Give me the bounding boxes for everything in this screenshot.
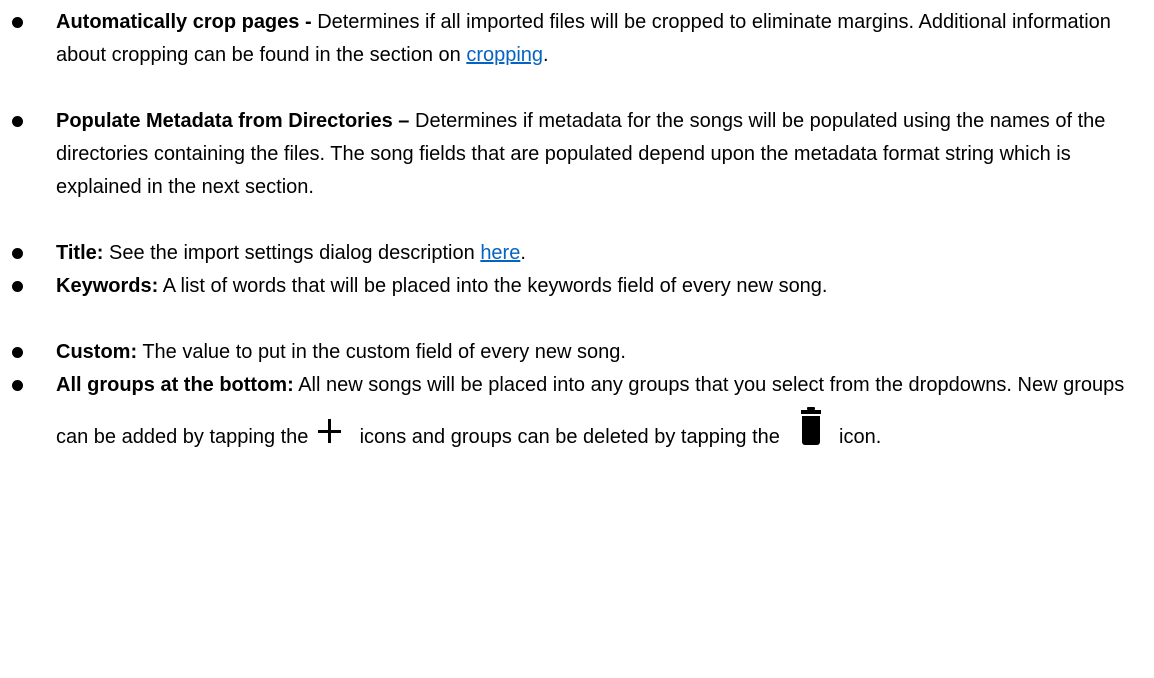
description-continued: icons and groups can be deleted by tappi… (359, 426, 780, 448)
list-item-text: Populate Metadata from Directories – Det… (56, 105, 1126, 204)
bullet-dot (12, 248, 23, 259)
bullet-dot (12, 281, 23, 292)
term-label: Custom: (56, 341, 138, 363)
cropping-link[interactable]: cropping (466, 44, 543, 66)
here-link[interactable]: here (480, 242, 520, 264)
term-label: All groups at the bottom: (56, 374, 294, 396)
punctuation: . (543, 44, 549, 66)
bullet-dot (12, 347, 23, 358)
list-item-text: Title: See the import settings dialog de… (56, 237, 1126, 270)
list-item-text: Automatically crop pages - Determines if… (56, 6, 1126, 72)
description-end: icon. (839, 426, 882, 448)
bullet-dot (12, 17, 23, 28)
plus-icon (318, 419, 341, 445)
description: The value to put in the custom field of … (142, 341, 626, 363)
document-page: Automatically crop pages - Determines if… (0, 0, 1154, 678)
term-label: Automatically crop pages - (56, 11, 312, 33)
list-item-text: All groups at the bottom: All new songs … (56, 363, 1126, 459)
term-label: Keywords: (56, 275, 159, 297)
trash-icon (801, 407, 822, 445)
term-label: Title: (56, 242, 104, 264)
description: A list of words that will be placed into… (162, 275, 828, 297)
bullet-dot (12, 380, 23, 391)
punctuation: . (520, 242, 526, 264)
bullet-dot (12, 116, 23, 127)
list-item-text: Keywords: A list of words that will be p… (56, 270, 1126, 303)
description: See the import settings dialog descripti… (108, 242, 475, 264)
term-label: Populate Metadata from Directories – (56, 110, 410, 132)
